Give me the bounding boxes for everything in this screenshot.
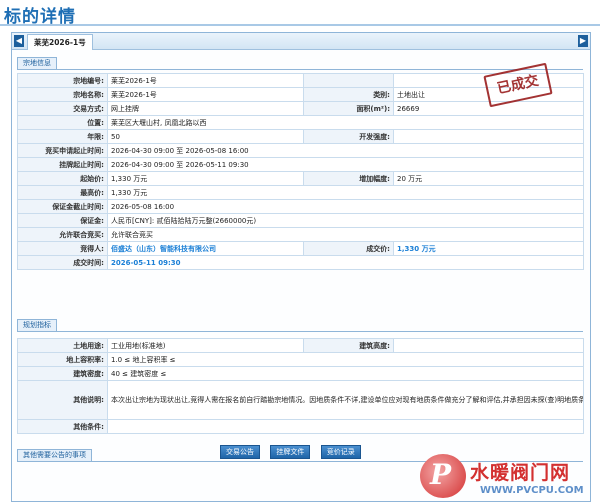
table-row: 建筑密度: 40 ≤ 建筑密度 ≤ <box>17 366 584 381</box>
dev-intensity-value <box>393 129 584 144</box>
apply-period-value: 2026-04-30 09:00 至 2026-05-08 16:00 <box>107 143 584 158</box>
deposit-deadline-value: 2026-05-08 16:00 <box>107 199 584 214</box>
deal-price-label: 成交价: <box>303 241 394 256</box>
increment-label: 增加幅度: <box>303 171 394 186</box>
tab-bar: ◀ 莱芜2026-1号 ▶ <box>12 33 590 50</box>
deposit-value: 人民币[CNY]: 贰佰陆拾陆万元整(2660000元) <box>107 213 584 228</box>
category-label: 类别: <box>303 87 394 102</box>
area-label: 面积(m²): <box>303 101 394 116</box>
announcement-button[interactable]: 交易公告 <box>220 445 260 459</box>
land-use-value: 工业用地(标准地) <box>107 338 304 353</box>
density-value: 40 ≤ 建筑密度 ≤ <box>107 366 584 381</box>
table-row: 保证金截止时间: 2026-05-08 16:00 <box>17 199 584 214</box>
term-value: 50 <box>107 129 304 144</box>
watermark-logo-letter: P <box>430 458 452 491</box>
land-use-label: 土地用途: <box>17 338 108 353</box>
table-row: 成交时间: 2026-05-11 09:30 <box>17 255 584 270</box>
deposit-label: 保证金: <box>17 213 108 228</box>
parcel-name-value: 莱芜2026-1号 <box>107 87 304 102</box>
parcel-name-label: 宗地名称: <box>17 87 108 102</box>
location-value: 莱芜区大堰山村, 凤凰北路以西 <box>107 115 584 130</box>
far-value: 1.0 ≤ 地上容积率 ≤ <box>107 352 584 367</box>
conditions-label: 其他条件: <box>17 419 108 434</box>
table-row: 其他条件: <box>17 419 584 434</box>
far-label: 地上容积率: <box>17 352 108 367</box>
table-row: 地上容积率: 1.0 ≤ 地上容积率 ≤ <box>17 352 584 367</box>
listing-period-label: 挂牌起止时间: <box>17 157 108 172</box>
winner-label: 竞得人: <box>17 241 108 256</box>
parcel-code-value: 莱芜2026-1号 <box>107 73 304 88</box>
table-row: 保证金: 人民币[CNY]: 贰佰陆拾陆万元整(2660000元) <box>17 213 584 228</box>
table-row: 最高价: 1,330 万元 <box>17 185 584 200</box>
joint-bid-value: 允许联合竞买 <box>107 227 584 242</box>
detail-panel: ◀ 莱芜2026-1号 ▶ 宗地信息 宗地编号: 莱芜2026-1号 宗地名称:… <box>11 32 591 502</box>
watermark-text: 水暖阀门网 <box>470 462 571 484</box>
section-divider <box>17 69 583 70</box>
deposit-deadline-label: 保证金截止时间: <box>17 199 108 214</box>
notes-label: 其他说明: <box>17 380 108 420</box>
joint-bid-label: 允许联合竞买: <box>17 227 108 242</box>
location-label: 位置: <box>17 115 108 130</box>
listing-period-value: 2026-04-30 09:00 至 2026-05-11 09:30 <box>107 157 584 172</box>
table-row: 位置: 莱芜区大堰山村, 凤凰北路以西 <box>17 115 584 130</box>
bid-record-button[interactable]: 竞价记录 <box>320 445 361 459</box>
table-row: 允许联合竞买: 允许联合竞买 <box>17 227 584 242</box>
method-label: 交易方式: <box>17 101 108 116</box>
deal-time-label: 成交时间: <box>17 255 108 270</box>
increment-value: 20 万元 <box>393 171 584 186</box>
max-price-label: 最高价: <box>17 185 108 200</box>
scroll-right-icon[interactable]: ▶ <box>578 35 588 47</box>
dev-intensity-label: 开发强度: <box>303 129 394 144</box>
building-height-value <box>393 338 584 353</box>
deal-price-value: 1,330 万元 <box>393 241 584 256</box>
table-row: 其他说明: 本次出让宗地为现状出让,竞得人需在报名前自行踏勘宗地情况。因地质条件… <box>17 380 584 420</box>
table-row: 土地用途: 工业用地(标准地) 建筑高度: <box>17 338 584 353</box>
action-buttons: 交易公告 挂牌文件 竞价记录 <box>220 445 369 459</box>
table-row: 挂牌起止时间: 2026-04-30 09:00 至 2026-05-11 09… <box>17 157 584 172</box>
scroll-left-icon[interactable]: ◀ <box>14 35 24 47</box>
conditions-value <box>107 419 584 434</box>
start-price-value: 1,330 万元 <box>107 171 304 186</box>
section-divider <box>17 331 583 332</box>
building-height-label: 建筑高度: <box>303 338 394 353</box>
title-divider <box>0 24 600 26</box>
table-row: 竞买申请起止时间: 2026-04-30 09:00 至 2026-05-08 … <box>17 143 584 158</box>
max-price-value: 1,330 万元 <box>107 185 584 200</box>
tab-parcel[interactable]: 莱芜2026-1号 <box>27 34 93 50</box>
deal-time-value: 2026-05-11 09:30 <box>107 255 584 270</box>
notes-value: 本次出让宗地为现状出让,竞得人需在报名前自行踏勘宗地情况。因地质条件不详,建设单… <box>107 380 584 420</box>
planning-table: 土地用途: 工业用地(标准地) 建筑高度: 地上容积率: 1.0 ≤ 地上容积率… <box>17 338 584 434</box>
winner-value: 佰盛达（山东）智能科技有限公司 <box>107 241 304 256</box>
start-price-label: 起始价: <box>17 171 108 186</box>
density-label: 建筑密度: <box>17 366 108 381</box>
apply-period-label: 竞买申请起止时间: <box>17 143 108 158</box>
table-row: 年限: 50 开发强度: <box>17 129 584 144</box>
empty-label <box>303 73 394 88</box>
parcel-code-label: 宗地编号: <box>17 73 108 88</box>
table-row: 竞得人: 佰盛达（山东）智能科技有限公司 成交价: 1,330 万元 <box>17 241 584 256</box>
term-label: 年限: <box>17 129 108 144</box>
listing-doc-button[interactable]: 挂牌文件 <box>270 445 311 459</box>
method-value: 网上挂牌 <box>107 101 304 116</box>
table-row: 起始价: 1,330 万元 增加幅度: 20 万元 <box>17 171 584 186</box>
watermark-url: WWW.PVCPU.COM <box>480 485 584 496</box>
watermark-logo-icon: P <box>420 454 466 498</box>
